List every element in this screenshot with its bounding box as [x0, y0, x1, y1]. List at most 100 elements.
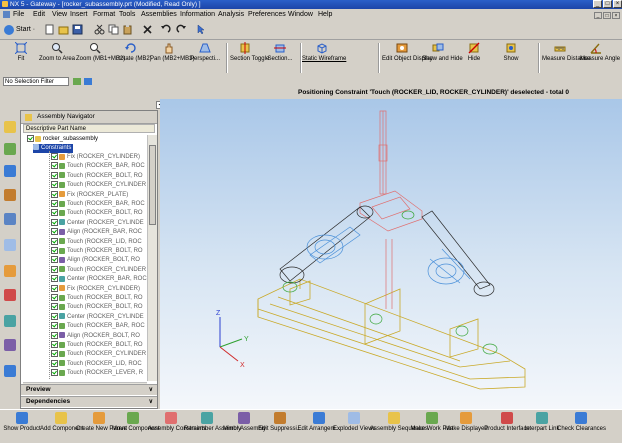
- add-component-button[interactable]: Add Component: [40, 412, 83, 442]
- web-browser-tab-icon[interactable]: [4, 213, 16, 225]
- constraint-checkbox[interactable]: [51, 275, 58, 283]
- maximize-button[interactable]: □: [603, 0, 612, 8]
- section-toggle-button[interactable]: Section Toggle: [230, 41, 269, 75]
- constraint-checkbox[interactable]: [51, 181, 58, 189]
- constraint-row[interactable]: Align (ROCKER_BOLT, RO: [51, 331, 140, 341]
- menu-window[interactable]: Window: [288, 10, 313, 20]
- constraint-row[interactable]: Center (ROCKER_CYLINDE: [51, 312, 144, 322]
- product-interface-button[interactable]: Product Interface: [484, 412, 530, 442]
- constraint-checkbox[interactable]: [51, 312, 58, 320]
- column-header[interactable]: Descriptive Part Name: [23, 124, 155, 133]
- vertical-scrollbar[interactable]: [147, 135, 157, 381]
- check-clearances-button[interactable]: Check Clearances: [557, 412, 606, 442]
- menu-edit[interactable]: Edit: [33, 10, 45, 20]
- menu-information[interactable]: Information: [180, 10, 215, 20]
- create-new-parent-button[interactable]: Create New Parent: [76, 412, 127, 442]
- rotate-button[interactable]: Rotate (MB2): [116, 41, 152, 75]
- constraint-row[interactable]: Touch (ROCKER_LEVER, R: [51, 369, 143, 378]
- preview-panel[interactable]: Preview ∨: [21, 384, 157, 395]
- constraint-checkbox[interactable]: [51, 228, 58, 236]
- redo-icon[interactable]: [176, 24, 187, 35]
- measure-angle-button[interactable]: Measure Angle: [580, 41, 620, 75]
- menu-help[interactable]: Help: [318, 10, 332, 20]
- palette-icon[interactable]: [4, 339, 16, 351]
- constraint-checkbox[interactable]: [51, 256, 58, 264]
- constraint-checkbox[interactable]: [51, 162, 58, 170]
- constraint-checkbox[interactable]: [51, 303, 58, 311]
- constraint-checkbox[interactable]: [51, 369, 58, 377]
- constraint-checkbox[interactable]: [51, 322, 58, 330]
- pan-button[interactable]: Pan (MB2+MB3): [150, 41, 195, 75]
- interpart-link-button[interactable]: Interpart Link: [524, 412, 560, 442]
- measure-distance-button[interactable]: Measure Distance: [542, 41, 590, 75]
- copy-icon[interactable]: [108, 24, 119, 35]
- menu-tools[interactable]: Tools: [119, 10, 135, 20]
- mirror-assembly-button[interactable]: Mirror Assembly: [223, 412, 266, 442]
- menu-view[interactable]: View: [52, 10, 67, 20]
- selection-filter-dropdown[interactable]: No Selection Filter: [3, 77, 69, 86]
- constraint-row[interactable]: Touch (ROCKER_CYLINDER: [51, 350, 146, 359]
- open-icon[interactable]: [58, 24, 69, 35]
- constraint-row[interactable]: Touch (ROCKER_CYLINDER: [51, 181, 146, 190]
- materials-icon[interactable]: [4, 365, 16, 377]
- fit-button[interactable]: Fit: [6, 41, 36, 75]
- constraint-row[interactable]: Touch (ROCKER_LID, ROC: [51, 359, 142, 369]
- show-and-hide-button[interactable]: Show and Hide: [422, 41, 463, 75]
- section-button[interactable]: Section...: [264, 41, 296, 75]
- constraint-row[interactable]: Fix (ROCKER_PLATE): [51, 190, 128, 200]
- constraint-checkbox[interactable]: [51, 284, 58, 292]
- constraint-row[interactable]: Fix (ROCKER_CYLINDER): [51, 284, 140, 294]
- perspective-button[interactable]: Perspecti...: [188, 41, 222, 75]
- select-arrow-icon[interactable]: [196, 24, 207, 35]
- menu-preferences[interactable]: Preferences: [248, 10, 286, 20]
- constraint-row[interactable]: Touch (ROCKER_BAR, ROC: [51, 322, 145, 331]
- system-scenes-icon[interactable]: [4, 315, 16, 327]
- process-studio-icon[interactable]: [4, 265, 16, 277]
- assembly-navigator-tab-icon[interactable]: [4, 121, 16, 133]
- graphics-window[interactable]: Z Y X: [160, 99, 622, 409]
- doc-restore-button[interactable]: □: [603, 12, 611, 19]
- constraint-row[interactable]: Fix (ROCKER_CYLINDER): [51, 153, 140, 162]
- constraint-row[interactable]: Touch (ROCKER_CYLINDER: [51, 265, 146, 275]
- constraint-row[interactable]: Touch (ROCKER_BOLT, RO: [51, 341, 143, 350]
- save-icon[interactable]: [72, 24, 83, 35]
- part-navigator-tab-icon[interactable]: [4, 143, 16, 155]
- zoom-button[interactable]: Zoom (MB1+MB2): [76, 41, 125, 75]
- visibility-checkbox[interactable]: [27, 135, 34, 142]
- assembly-constraints-button[interactable]: Assembly Constraints: [148, 412, 206, 442]
- constraint-row[interactable]: Align (ROCKER_BAR, ROC: [51, 228, 142, 237]
- constraint-checkbox[interactable]: [51, 218, 58, 226]
- hide-button[interactable]: Hide: [460, 41, 488, 75]
- constraint-checkbox[interactable]: [51, 190, 58, 198]
- menu-format[interactable]: Format: [93, 10, 115, 20]
- make-work-part-button[interactable]: Make Work Part: [411, 412, 453, 442]
- constraint-row[interactable]: Touch (ROCKER_BOLT, RO: [51, 294, 143, 303]
- select-all-icon[interactable]: [84, 78, 92, 85]
- constraint-row[interactable]: Touch (ROCKER_BOLT, RO: [51, 171, 143, 181]
- reuse-library-tab-icon[interactable]: [4, 189, 16, 201]
- constraint-checkbox[interactable]: [51, 171, 58, 179]
- doc-minimize-button[interactable]: _: [594, 12, 602, 19]
- constraint-row[interactable]: Touch (ROCKER_BAR, ROC: [51, 200, 145, 209]
- constraint-row[interactable]: Touch (ROCKER_BOLT, RO: [51, 209, 143, 218]
- constraints-folder-row[interactable]: Constraints: [33, 144, 74, 153]
- menu-insert[interactable]: Insert: [70, 10, 88, 20]
- undo-icon[interactable]: [160, 24, 171, 35]
- new-icon[interactable]: [44, 24, 55, 35]
- zoom-to-area-button[interactable]: Zoom to Area: [38, 41, 76, 75]
- tree-root-row[interactable]: rocker_subassembly: [27, 135, 98, 144]
- constraint-row[interactable]: Touch (ROCKER_BOLT, RO: [51, 247, 143, 256]
- constraint-row[interactable]: Center (ROCKER_CYLINDE: [51, 218, 144, 228]
- cut-icon[interactable]: [94, 24, 105, 35]
- remember-assembly-button[interactable]: Remember Assembly: [184, 412, 241, 442]
- constraint-checkbox[interactable]: [51, 247, 58, 254]
- constraint-checkbox[interactable]: [51, 359, 58, 367]
- vertical-scroll-thumb[interactable]: [149, 145, 156, 225]
- make-displayed-button[interactable]: Make Displayed: [445, 412, 488, 442]
- dependencies-panel[interactable]: Dependencies ∨: [21, 396, 157, 407]
- filter-icon[interactable]: [73, 78, 81, 85]
- constraint-row[interactable]: Center (ROCKER_BAR, ROC: [51, 275, 147, 284]
- constraint-row[interactable]: Align (ROCKER_BOLT, RO: [51, 256, 140, 265]
- exploded-views-button[interactable]: Exploded Views: [333, 412, 376, 442]
- constraint-checkbox[interactable]: [51, 350, 58, 358]
